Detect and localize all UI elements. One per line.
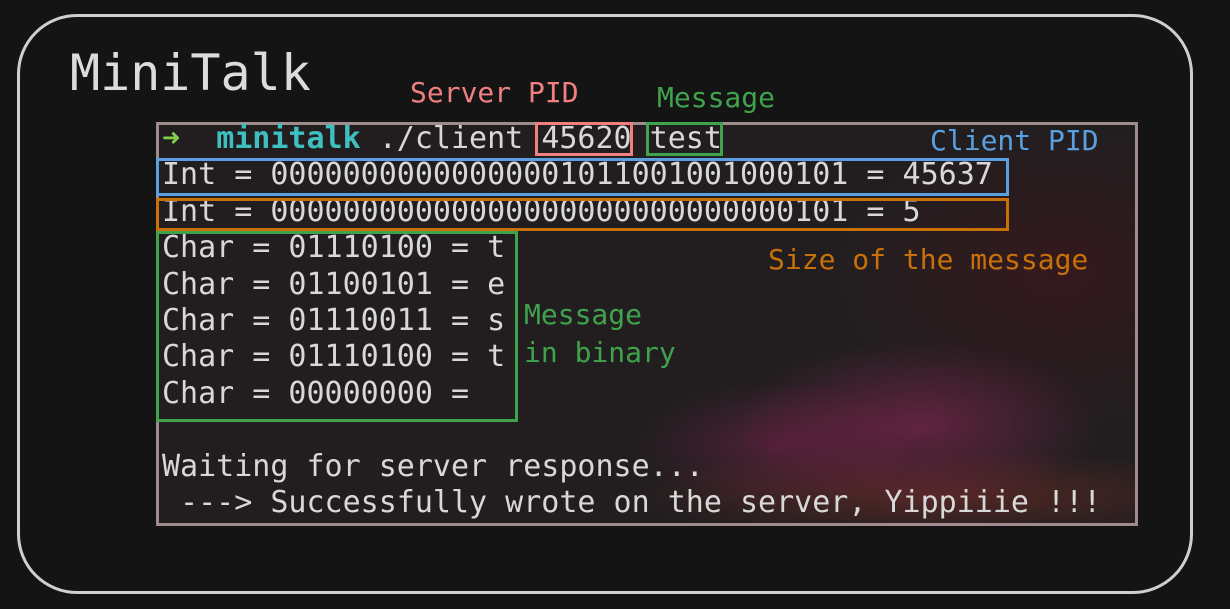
client-pid-box: [156, 158, 1009, 196]
binary-label-1: Message: [524, 298, 643, 331]
output-line: Waiting for server response...: [162, 448, 704, 484]
binary-label-2: in binary: [524, 336, 676, 369]
message-box: [646, 122, 723, 156]
message-label: Message: [657, 81, 776, 114]
size-label: Size of the message: [768, 243, 1089, 276]
command: ./client: [378, 121, 524, 156]
binary-box: [156, 231, 518, 422]
page-title: MiniTalk: [70, 44, 311, 102]
size-box: [156, 198, 1009, 231]
server-pid-label: Server PID: [410, 76, 579, 109]
prompt-dir: minitalk: [216, 121, 361, 156]
client-pid-label: Client PID: [930, 124, 1099, 157]
prompt-arrow-icon: ➜: [162, 121, 181, 156]
server-pid-box: [535, 122, 633, 156]
output-line: ---> Successfully wrote on the server, Y…: [162, 485, 1102, 521]
